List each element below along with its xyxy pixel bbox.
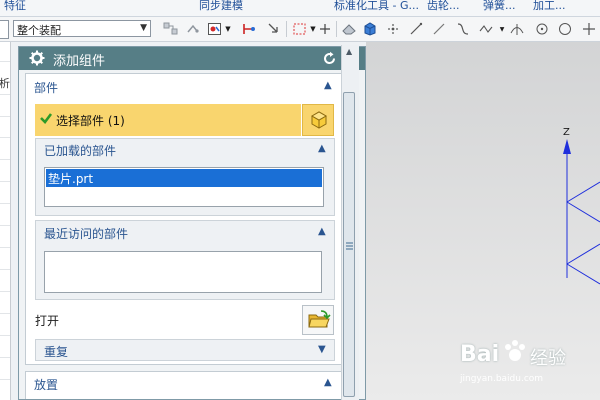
part-navigator-strip [0,42,11,400]
ribbon-tab-sync-modeling[interactable]: 同步建模 [199,0,243,13]
dialog-body: 部件 ▲ 选择部件 (1) 已加载的部件 ▲ 垫片.prt 最近访问的部件 ▲ … [25,73,348,399]
circle-icon[interactable] [556,21,574,37]
placement-group: 放置 ▲ [25,371,348,399]
line-icon[interactable] [430,21,448,37]
baidu-jingyan-watermark: Bai 经验 jingyan.baidu.com [424,328,600,400]
chevron-up-icon[interactable]: ▲ [318,143,326,154]
snap-point-icon[interactable] [184,21,202,37]
spline-icon[interactable] [477,21,495,37]
chevron-down-icon[interactable]: ▼ [318,344,326,355]
ribbon-tab-standard-tools[interactable]: 标准化工具 - G... [334,0,419,13]
ribbon-tab-spring[interactable]: 弹簧... [483,0,516,13]
filter-combo-left[interactable] [0,20,9,39]
reset-icon[interactable] [322,51,337,69]
loaded-parts-header[interactable]: 已加载的部件 [44,142,116,159]
rectangle-select-icon[interactable] [291,21,309,37]
loaded-part-name: 垫片.prt [48,172,94,186]
chevron-up-icon[interactable]: ▲ [324,377,332,388]
crosshair-icon[interactable] [316,21,334,37]
chevron-down-icon: ▼ [140,23,147,33]
toolbar: 整个装配 ▼ ▼ ▼ ▼ [0,17,600,42]
eraser-icon[interactable] [340,21,358,37]
dialog-title: 添加组件 [53,54,106,69]
ribbon-tab-feature[interactable]: 特征 [4,0,26,13]
circle-center-icon[interactable] [533,21,551,37]
dropdown-arrow-icon[interactable]: ▼ [499,21,505,37]
assembly-scope-select[interactable]: 整个装配 ▼ [13,20,151,37]
select-part-label: 选择部件 (1) [56,114,125,128]
parts-group: 部件 ▲ 选择部件 (1) 已加载的部件 ▲ 垫片.prt 最近访问的部件 ▲ … [25,73,348,365]
paw-icon [502,338,528,367]
plus-point-icon[interactable] [580,21,598,37]
select-part-row[interactable]: 选择部件 (1) [35,104,301,136]
assembly-scope-value: 整个装配 [17,24,61,37]
select-part-button[interactable] [302,104,334,136]
z-axis-label: Z [563,127,570,138]
ribbon-tab-strip: 特征 同步建模 标准化工具 - G... 齿轮... 弹簧... 加工... [0,0,600,17]
chevron-up-icon[interactable]: ▲ [318,226,326,237]
add-component-dialog: 添加组件 部件 ▲ 选择部件 (1) 已加载的部件 ▲ 垫片.prt 最近访问的… [18,46,366,400]
ribbon-tab-machining[interactable]: 加工... [533,0,566,13]
arrow-icon[interactable] [264,21,282,37]
open-part-button[interactable] [302,305,334,335]
line-icon[interactable] [407,21,425,37]
loaded-parts-list[interactable]: 垫片.prt [44,167,324,207]
placement-group-header[interactable]: 放置 [34,376,58,393]
check-icon [39,111,53,128]
selection-filter-icon[interactable] [206,21,224,37]
recent-parts-subgroup: 最近访问的部件 ▲ [35,220,335,300]
tangent-icon[interactable] [508,21,526,37]
ribbon-tab-gear[interactable]: 齿轮... [427,0,460,13]
analysis-tab-label[interactable]: 析 [0,75,10,91]
dropdown-arrow-icon[interactable]: ▼ [224,21,232,37]
repeat-header[interactable]: 重复 [44,343,68,360]
snap-tool-icon[interactable] [240,21,258,37]
gear-icon[interactable] [29,50,45,69]
point-cloud-icon[interactable] [384,21,402,37]
chevron-up-icon[interactable]: ▲ [324,80,332,91]
open-folder-icon [307,309,331,334]
cube-icon[interactable] [361,21,379,37]
dialog-title-bar[interactable]: 添加组件 [19,47,365,70]
component-tree-icon[interactable] [162,21,180,37]
parts-group-header[interactable]: 部件 [34,79,58,96]
scroll-up-icon[interactable]: ▲ [346,47,352,56]
list-item[interactable]: 垫片.prt [46,169,322,187]
repeat-subgroup[interactable]: 重复 ▼ [35,339,335,361]
open-label: 打开 [35,314,60,328]
recent-parts-list[interactable] [44,251,322,293]
part-cube-icon [309,110,329,133]
grip-icon [346,239,353,253]
curve-icon[interactable] [454,21,472,37]
recent-parts-header[interactable]: 最近访问的部件 [44,225,128,242]
scrollbar-thumb[interactable] [343,92,355,397]
loaded-parts-subgroup: 已加载的部件 ▲ 垫片.prt [35,138,335,216]
